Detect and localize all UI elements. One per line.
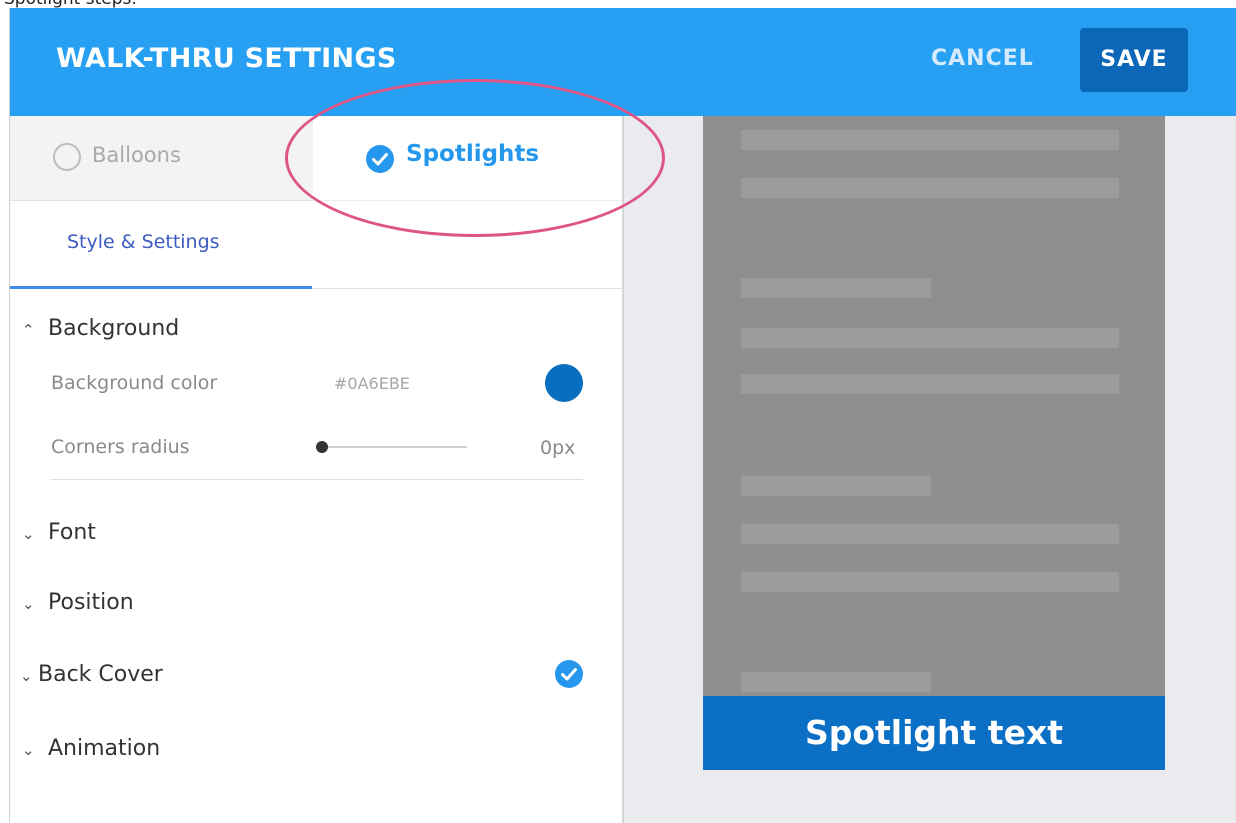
check-circle-icon [366, 145, 394, 173]
preview-panel: Spotlight text [624, 116, 1236, 823]
background-color-swatch[interactable] [545, 364, 583, 402]
placeholder-line [741, 572, 1119, 592]
chevron-down-icon: ⌄ [22, 525, 35, 543]
placeholder-line [741, 374, 1119, 394]
tab-style-settings-label: Style & Settings [67, 231, 220, 253]
corners-radius-slider[interactable] [319, 446, 467, 448]
section-back-cover-title: Back Cover [38, 662, 163, 687]
sub-tabs: Style & Settings [10, 201, 622, 289]
section-back-cover-toggle[interactable]: ⌄ Back Cover [20, 662, 163, 687]
placeholder-line [741, 130, 1119, 150]
header-bar: WALK-THRU SETTINGS CANCEL SAVE [10, 8, 1236, 116]
placeholder-line [741, 278, 931, 298]
tab-balloons[interactable]: Balloons [10, 116, 313, 201]
back-cover-check-icon[interactable] [554, 659, 584, 689]
section-position-title: Position [48, 590, 134, 615]
settings-window: WALK-THRU SETTINGS CANCEL SAVE Balloons … [9, 8, 1236, 823]
section-animation-toggle[interactable]: ⌄ Animation [22, 736, 160, 761]
cancel-button[interactable]: CANCEL [931, 46, 1034, 71]
mode-tabs: Balloons Spotlights [10, 116, 622, 201]
section-font-title: Font [48, 520, 96, 545]
section-background-title: Background [48, 316, 180, 341]
placeholder-line [741, 672, 931, 692]
spotlight-banner: Spotlight text [703, 696, 1165, 770]
corners-radius-value: 0px [540, 437, 576, 459]
save-button[interactable]: SAVE [1080, 28, 1188, 92]
page-title: WALK-THRU SETTINGS [56, 43, 397, 74]
settings-panel: Balloons Spotlights Style & Settings ⌃ Ba… [10, 116, 624, 823]
tab-style-settings[interactable]: Style & Settings [10, 201, 312, 289]
preview-screen [703, 116, 1165, 696]
corners-radius-label: Corners radius [51, 436, 190, 458]
chevron-down-icon: ⌄ [22, 741, 35, 759]
radio-empty-icon [53, 143, 81, 171]
top-caption: Spotlight steps. [4, 0, 137, 8]
section-divider [51, 479, 583, 480]
background-color-label: Background color [51, 372, 218, 394]
placeholder-line [741, 328, 1119, 348]
corners-radius-slider-handle[interactable] [316, 441, 328, 453]
chevron-up-icon: ⌃ [22, 321, 35, 339]
section-animation-title: Animation [48, 736, 161, 761]
tab-spotlights[interactable]: Spotlights [313, 116, 622, 201]
tab-balloons-label: Balloons [92, 143, 181, 167]
top-caption-clip: Spotlight steps. [0, 0, 1236, 8]
section-font-toggle[interactable]: ⌄ Font [22, 520, 96, 545]
background-color-hex: #0A6EBE [334, 374, 410, 393]
placeholder-line [741, 178, 1119, 198]
placeholder-line [741, 524, 1119, 544]
chevron-down-icon: ⌄ [20, 667, 33, 685]
section-background-toggle[interactable]: ⌃ Background [22, 316, 179, 341]
section-position-toggle[interactable]: ⌄ Position [22, 590, 134, 615]
placeholder-line [741, 476, 931, 496]
tab-spotlights-label: Spotlights [406, 141, 540, 167]
chevron-down-icon: ⌄ [22, 595, 35, 613]
